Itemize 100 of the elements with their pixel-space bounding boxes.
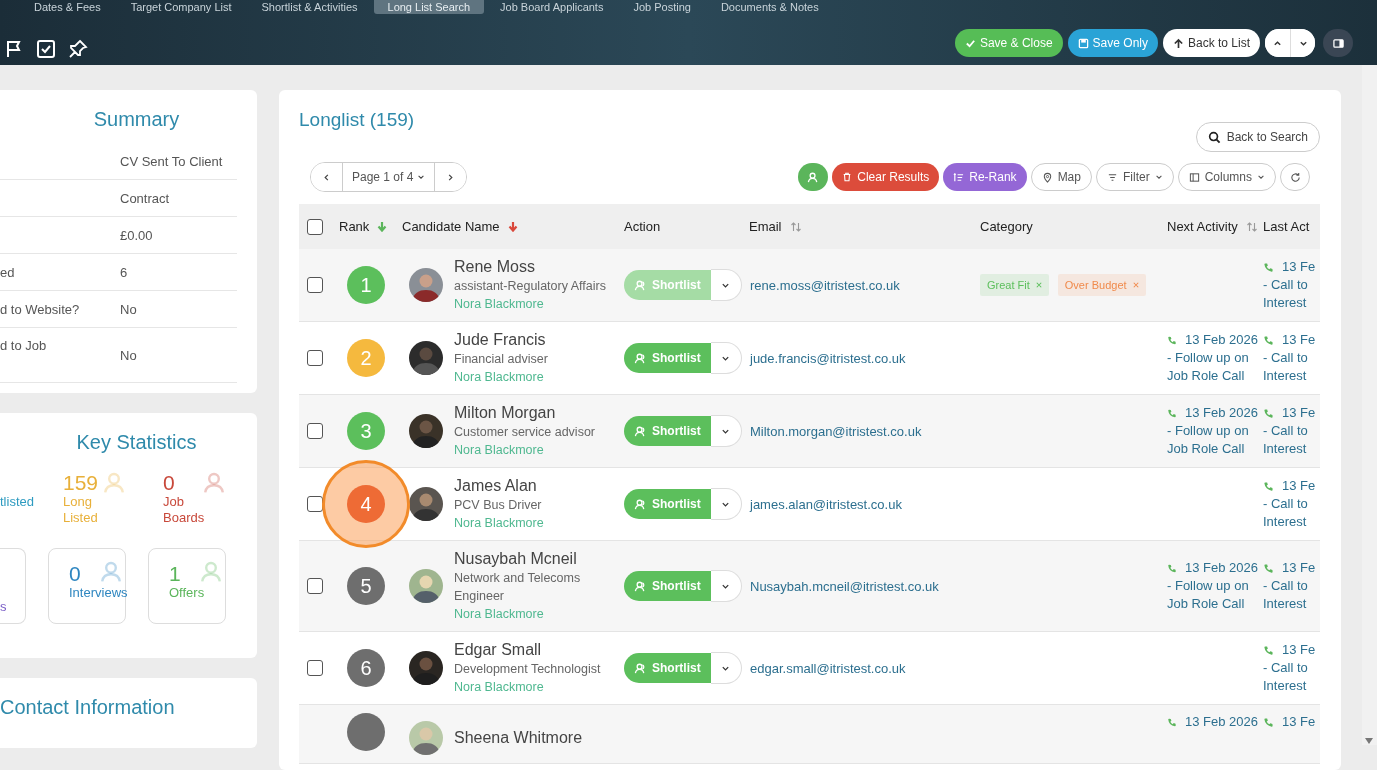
dropdown-button[interactable] bbox=[710, 488, 742, 520]
filter-icon bbox=[1106, 171, 1118, 183]
sort-icon[interactable] bbox=[789, 220, 802, 233]
row-checkbox[interactable] bbox=[306, 496, 323, 512]
activity-text[interactable]: - Call to bbox=[1263, 349, 1320, 367]
column-header[interactable]: Last Act bbox=[1263, 219, 1310, 234]
column-header[interactable]: Next Activity bbox=[1167, 219, 1238, 234]
map-button[interactable]: Map bbox=[1030, 163, 1092, 191]
sort-arrow-icon[interactable] bbox=[377, 220, 388, 233]
row-checkbox[interactable] bbox=[306, 578, 323, 594]
column-header[interactable]: Action bbox=[624, 219, 661, 234]
tab[interactable]: Target Company List bbox=[116, 0, 246, 14]
activity-date: 13 Feb 2026 bbox=[1185, 713, 1258, 731]
rank-badge: 4 bbox=[347, 485, 385, 523]
activity-text[interactable]: Interest bbox=[1263, 440, 1320, 458]
activity-text[interactable]: - Call to bbox=[1263, 659, 1320, 677]
tab[interactable]: Documents & Notes bbox=[706, 0, 833, 14]
phone-icon bbox=[1167, 562, 1177, 574]
candidate-name[interactable]: Nusaybah Mcneil bbox=[454, 549, 617, 569]
candidate-name[interactable]: Edgar Small bbox=[454, 640, 601, 660]
phone-icon bbox=[1167, 407, 1177, 419]
activity-text[interactable]: Interest bbox=[1263, 513, 1320, 531]
clear-results-button[interactable]: Clear Results bbox=[832, 163, 940, 191]
dropdown-button[interactable] bbox=[710, 415, 742, 447]
row-checkbox[interactable] bbox=[306, 350, 323, 366]
stat-tile[interactable]: s bbox=[0, 548, 26, 624]
tab[interactable]: Dates & Fees bbox=[20, 0, 115, 14]
activity-text[interactable]: - Call to bbox=[1263, 577, 1320, 595]
card-title: Key Statistics bbox=[75, 430, 198, 455]
email-link[interactable]: james.alan@itristest.co.uk bbox=[750, 496, 902, 512]
header-button[interactable]: Back to List bbox=[1162, 29, 1260, 57]
dropdown-button[interactable] bbox=[710, 342, 742, 374]
tab[interactable]: Shortlist & Activities bbox=[247, 0, 372, 14]
arrow-up-icon bbox=[1172, 37, 1184, 49]
stat-number: 0 bbox=[69, 563, 81, 585]
email-link[interactable]: jude.francis@itristest.co.uk bbox=[750, 350, 906, 366]
email-link[interactable]: Nusaybah.mcneil@itristest.co.uk bbox=[750, 578, 939, 594]
map-pin-icon bbox=[1041, 171, 1053, 183]
chevron-down-icon bbox=[1257, 173, 1265, 181]
stat-tile[interactable]: 0 Interviews bbox=[48, 548, 126, 624]
people-icon bbox=[634, 424, 647, 438]
row-checkbox[interactable] bbox=[306, 423, 323, 439]
sort-icon[interactable] bbox=[1245, 220, 1258, 233]
card-title: Summary bbox=[92, 107, 181, 132]
candidate-name[interactable]: James Alan bbox=[454, 476, 544, 496]
email-link[interactable]: edgar.small@itristest.co.uk bbox=[750, 660, 906, 676]
candidate-role: Customer service advisor bbox=[454, 424, 595, 441]
panel-toggle-button[interactable] bbox=[1323, 29, 1353, 57]
field-value: Contract bbox=[120, 190, 171, 206]
activity-text[interactable]: Interest bbox=[1263, 595, 1320, 613]
next-button[interactable] bbox=[1290, 29, 1315, 57]
candidate-name[interactable]: Milton Morgan bbox=[454, 403, 595, 423]
activity-text[interactable]: - Follow up on Job Role Call bbox=[1167, 349, 1258, 385]
scrollbar[interactable] bbox=[1362, 65, 1377, 745]
activity-text[interactable]: - Follow up on Job Role Call bbox=[1167, 422, 1258, 458]
columns-button[interactable]: Columns bbox=[1177, 163, 1276, 191]
back-to-search-button[interactable]: Back to Search bbox=[1195, 122, 1320, 152]
tab[interactable]: Job Posting bbox=[619, 0, 705, 14]
stat-label: Long Listed bbox=[63, 494, 99, 526]
people-icon bbox=[634, 661, 647, 675]
stat-number: 159 bbox=[63, 472, 99, 494]
add-candidate-button[interactable] bbox=[798, 163, 829, 191]
activity-text[interactable]: Interest bbox=[1263, 677, 1320, 695]
pin-icon[interactable] bbox=[68, 39, 88, 59]
filter-button[interactable]: Filter bbox=[1095, 163, 1174, 191]
field-value: 6 bbox=[120, 264, 129, 280]
dropdown-button[interactable] bbox=[710, 652, 742, 684]
activity-date: 13 Fe bbox=[1282, 404, 1316, 422]
re-rank-button[interactable]: Re-Rank bbox=[943, 163, 1027, 191]
stat-label: tlisted bbox=[0, 494, 34, 510]
activity-text[interactable]: Interest bbox=[1263, 367, 1320, 385]
select-all-checkbox[interactable] bbox=[306, 218, 323, 235]
columns-icon bbox=[1188, 171, 1200, 183]
sort-arrow-icon[interactable] bbox=[507, 220, 518, 233]
tab[interactable]: Long List Search bbox=[373, 0, 485, 14]
page-select[interactable]: Page 1 of 4 bbox=[342, 163, 436, 191]
person-icon bbox=[806, 170, 820, 184]
column-header[interactable]: Category bbox=[980, 219, 1033, 234]
dropdown-button[interactable] bbox=[710, 570, 742, 602]
people-icon bbox=[634, 579, 647, 593]
stat-label: Interviews bbox=[69, 585, 128, 601]
email-link[interactable]: Milton.morgan@itristest.co.uk bbox=[750, 423, 922, 439]
column-header[interactable]: Candidate Name bbox=[402, 219, 500, 234]
search-icon bbox=[1207, 130, 1221, 144]
activity-text[interactable]: - Follow up on Job Role Call bbox=[1167, 577, 1258, 613]
phone-icon bbox=[1167, 334, 1177, 346]
tab[interactable]: Job Board Applicants bbox=[486, 0, 618, 14]
column-header[interactable]: Email bbox=[749, 219, 782, 234]
scroll-down-icon[interactable] bbox=[1364, 737, 1374, 745]
phone-icon bbox=[1263, 480, 1274, 492]
refresh-button[interactable] bbox=[1280, 163, 1310, 191]
checkbox-icon[interactable] bbox=[36, 39, 56, 59]
activity-text[interactable]: - Call to bbox=[1263, 422, 1320, 440]
category-tag: Great Fit bbox=[980, 274, 1049, 296]
candidate-name[interactable]: Jude Francis bbox=[454, 330, 548, 350]
candidate-name[interactable]: Sheena Whitmore bbox=[454, 728, 583, 748]
activity-text[interactable]: - Call to bbox=[1263, 495, 1320, 513]
dropdown-button[interactable] bbox=[710, 269, 742, 301]
column-header[interactable]: Rank bbox=[339, 219, 370, 234]
row-checkbox[interactable] bbox=[306, 660, 323, 676]
